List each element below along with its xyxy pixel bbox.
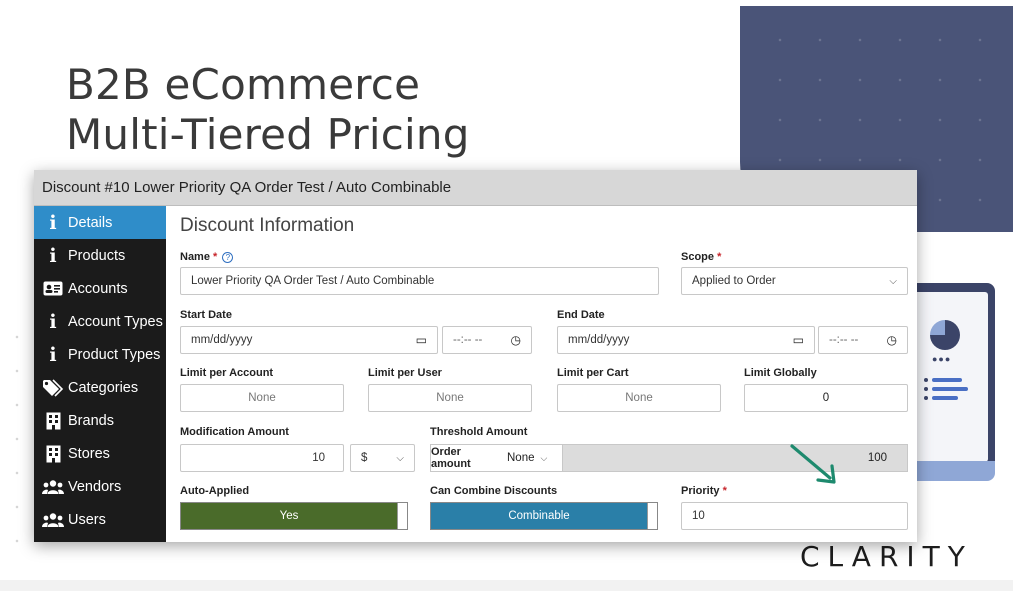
dots-icon: ●●●	[932, 354, 952, 364]
info-icon: i	[49, 343, 57, 366]
toggle-knob[interactable]	[647, 503, 657, 529]
users-icon	[40, 512, 66, 528]
sidebar-item-categories[interactable]: Categories	[34, 371, 166, 404]
scope-select[interactable]: Applied to Order ⌵	[681, 267, 908, 295]
auto-applied-value: Yes	[181, 503, 397, 529]
priority-label: Priority *	[681, 485, 727, 497]
sidebar-item-vendors[interactable]: Vendors	[34, 470, 166, 503]
threshold-label: Threshold Amount	[430, 426, 528, 438]
limit-account-input[interactable]: None	[180, 384, 344, 412]
window-title: Discount #10 Lower Priority QA Order Tes…	[34, 170, 917, 206]
id-card-icon	[40, 281, 66, 296]
calendar-icon[interactable]: ▭	[793, 333, 804, 347]
threshold-type-label: Order amount	[431, 446, 471, 470]
mod-amount-label: Modification Amount	[180, 426, 289, 438]
start-date-input[interactable]: mm/dd/yyyy ▭	[180, 326, 438, 354]
name-input[interactable]: Lower Priority QA Order Test / Auto Comb…	[180, 267, 659, 295]
limit-account-label: Limit per Account	[180, 367, 274, 379]
scope-label: Scope *	[681, 251, 722, 263]
sidebar-item-label: Accounts	[68, 280, 128, 297]
sidebar-item-product-types[interactable]: i Product Types	[34, 338, 166, 371]
help-icon[interactable]: ?	[222, 251, 234, 263]
combine-value: Combinable	[431, 503, 647, 529]
arrow-pointer-icon	[790, 444, 836, 484]
monitor-screen	[912, 292, 988, 462]
sidebar-item-products[interactable]: i Products	[34, 239, 166, 272]
priority-input[interactable]: 10	[681, 502, 908, 530]
chevron-down-icon: ⌵	[889, 275, 897, 287]
combine-toggle[interactable]: Combinable	[430, 502, 658, 530]
pie-chart-icon	[930, 320, 960, 350]
bar-list-icon	[924, 378, 968, 405]
sidebar-item-label: Account Types	[68, 313, 163, 330]
monitor-base	[905, 461, 995, 481]
info-icon: i	[49, 211, 57, 234]
sidebar-item-label: Brands	[68, 412, 114, 429]
sidebar-item-label: Product Types	[68, 346, 161, 363]
section-title: Discount Information	[180, 215, 355, 236]
auto-applied-label: Auto-Applied	[180, 485, 250, 497]
limit-global-label: Limit Globally	[744, 367, 817, 379]
chevron-down-icon: ⌵	[396, 452, 404, 464]
building-icon	[40, 445, 66, 463]
threshold-amount-input[interactable]: 100	[563, 445, 907, 471]
clock-icon[interactable]: ◷	[887, 333, 897, 347]
start-time-input[interactable]: --:-- -- ◷	[442, 326, 532, 354]
users-icon	[40, 479, 66, 495]
sidebar-item-label: Users	[68, 511, 106, 528]
sidebar-item-brands[interactable]: Brands	[34, 404, 166, 437]
sidebar-item-label: Details	[68, 214, 113, 231]
building-icon	[40, 412, 66, 430]
limit-cart-label: Limit per Cart	[557, 367, 629, 379]
combine-label: Can Combine Discounts	[430, 485, 558, 497]
mod-unit-select[interactable]: $ ⌵	[350, 444, 415, 472]
limit-user-label: Limit per User	[368, 367, 442, 379]
clock-icon[interactable]: ◷	[511, 333, 521, 347]
info-icon: i	[49, 310, 57, 333]
discount-form: Discount Information Name * ? Lower Prio…	[166, 206, 917, 542]
sidebar-item-label: Vendors	[68, 478, 122, 495]
headline-line-1: B2B eCommerce	[66, 60, 421, 109]
toggle-knob[interactable]	[397, 503, 407, 529]
name-label: Name * ?	[180, 251, 234, 263]
calendar-icon[interactable]: ▭	[416, 333, 427, 347]
sidebar-item-label: Products	[68, 247, 126, 264]
limit-user-input[interactable]: None	[368, 384, 532, 412]
sidebar-item-label: Categories	[68, 379, 139, 396]
mod-amount-input[interactable]: 10	[180, 444, 344, 472]
sidebar: i Details i Products Accounts i Account …	[34, 206, 166, 542]
sidebar-item-label: Stores	[68, 445, 110, 462]
sidebar-item-users[interactable]: Users	[34, 503, 166, 536]
end-date-label: End Date	[557, 309, 605, 321]
limit-cart-input[interactable]: None	[557, 384, 721, 412]
sidebar-item-stores[interactable]: Stores	[34, 437, 166, 470]
threshold-type-select[interactable]: None ⌵	[503, 445, 563, 471]
limit-global-input[interactable]: 0	[744, 384, 908, 412]
slide-headline: B2B eCommerce Multi-Tiered Pricing	[66, 60, 470, 160]
discount-window: Discount #10 Lower Priority QA Order Tes…	[34, 170, 917, 542]
headline-line-2: Multi-Tiered Pricing	[66, 110, 470, 159]
brand-logo: CLARITY	[800, 540, 973, 573]
sidebar-item-accounts[interactable]: Accounts	[34, 272, 166, 305]
start-date-label: Start Date	[180, 309, 232, 321]
chevron-down-icon: ⌵	[540, 452, 548, 463]
end-time-input[interactable]: --:-- -- ◷	[818, 326, 908, 354]
tag-icon	[40, 378, 66, 397]
end-date-input[interactable]: mm/dd/yyyy ▭	[557, 326, 815, 354]
auto-applied-toggle[interactable]: Yes	[180, 502, 408, 530]
sidebar-item-account-types[interactable]: i Account Types	[34, 305, 166, 338]
info-icon: i	[49, 244, 57, 267]
sidebar-item-details[interactable]: i Details	[34, 206, 166, 239]
